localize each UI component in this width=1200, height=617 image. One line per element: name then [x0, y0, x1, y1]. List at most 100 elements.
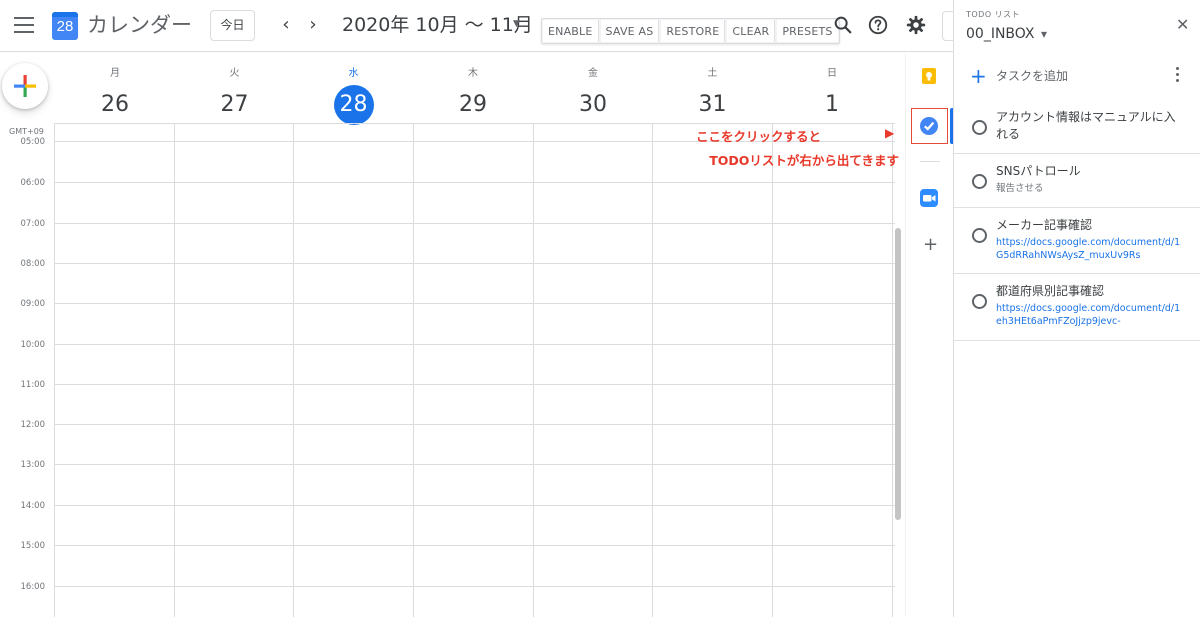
todo-list-name: 00_INBOX: [966, 26, 1035, 42]
day-name: 水: [348, 68, 359, 79]
day-number[interactable]: 28: [333, 85, 374, 125]
grid-divider: [892, 123, 893, 617]
task-complete-checkbox[interactable]: [972, 228, 987, 243]
day-name: 木: [468, 68, 478, 79]
grid-divider: [54, 182, 895, 183]
search-icon[interactable]: [832, 14, 854, 36]
addon-side-panel: +: [905, 53, 954, 617]
grid-divider: [174, 123, 175, 617]
task-title: SNSパトロール: [996, 164, 1081, 178]
close-icon[interactable]: ✕: [1176, 16, 1189, 34]
grid-divider: [54, 464, 895, 465]
grid-divider: [54, 586, 895, 587]
date-range-title[interactable]: 2020年 10月 〜 11月: [342, 12, 533, 38]
time-label: 09:00: [20, 299, 46, 309]
time-label: 11:00: [20, 380, 46, 390]
day-name: 月: [110, 68, 120, 79]
todo-panel-label: TODO リスト: [966, 10, 1021, 19]
day-name: 土: [707, 68, 718, 79]
day-number[interactable]: 30: [573, 85, 613, 125]
time-label: 14:00: [20, 501, 46, 511]
task-complete-checkbox[interactable]: [972, 294, 987, 309]
chevron-down-icon[interactable]: ▼: [513, 19, 520, 29]
time-label: 07:00: [20, 219, 46, 229]
create-event-button[interactable]: [2, 63, 48, 109]
more-vert-icon[interactable]: [1174, 67, 1180, 85]
day-header-sat[interactable]: 土 31: [653, 53, 772, 123]
zoom-icon[interactable]: [918, 187, 940, 209]
tasks-button[interactable]: [911, 108, 948, 144]
grid-divider: [54, 223, 895, 224]
hamburger-menu-icon[interactable]: [14, 17, 34, 35]
annotation-arrow-icon: ▶: [885, 126, 895, 140]
time-label: 12:00: [20, 420, 46, 430]
day-name: 金: [588, 68, 598, 79]
presets-button[interactable]: PRESETS: [777, 20, 838, 42]
day-header-fri[interactable]: 金 30: [533, 53, 653, 123]
time-label: 08:00: [20, 259, 46, 269]
grid-divider: [54, 123, 55, 617]
tasks-icon: [920, 117, 938, 135]
app-title: カレンダー: [87, 13, 192, 37]
time-label: 15:00: [20, 541, 46, 551]
grid-divider: [54, 344, 895, 345]
day-header-thu[interactable]: 木 29: [413, 53, 533, 123]
grid-divider: [54, 123, 895, 124]
save-as-button[interactable]: SAVE AS: [600, 20, 660, 42]
grid-divider: [54, 384, 895, 385]
grid-scrollbar[interactable]: [895, 228, 901, 520]
day-header-sun[interactable]: 日 1: [772, 53, 892, 123]
next-week-button[interactable]: ›: [304, 14, 322, 36]
todo-list-selector[interactable]: 00_INBOX ▾: [966, 25, 1047, 43]
grid-divider: [413, 123, 414, 617]
keep-icon[interactable]: [918, 65, 940, 87]
time-label: 06:00: [20, 178, 46, 188]
add-addon-icon[interactable]: +: [923, 235, 938, 255]
day-number[interactable]: 29: [453, 85, 493, 125]
time-label: 05:00: [20, 137, 46, 147]
divider: [920, 161, 940, 162]
timezone-label: GMT+09: [9, 127, 44, 136]
today-button[interactable]: 今日: [210, 10, 255, 41]
enable-button[interactable]: ENABLE: [543, 20, 599, 42]
day-number[interactable]: 31: [693, 85, 733, 125]
clear-button[interactable]: CLEAR: [727, 20, 776, 42]
annotation-line-2: TODOリストが右から出てきます: [709, 153, 899, 168]
task-item[interactable]: 都道府県別記事確認 https://docs.google.com/docume…: [954, 274, 1200, 341]
restore-button[interactable]: RESTORE: [661, 20, 726, 42]
calendar-logo-icon: 28: [52, 12, 78, 40]
plus-icon: [14, 75, 36, 97]
add-task-button[interactable]: + タスクを追加: [966, 63, 1166, 89]
task-title: メーカー記事確認: [996, 218, 1093, 232]
task-item[interactable]: SNSパトロール 報告させる: [954, 154, 1200, 208]
day-header-wed-today[interactable]: 水 28: [294, 53, 413, 125]
grid-divider: [54, 505, 895, 506]
task-link[interactable]: https://docs.google.com/document/d/1G5dR…: [996, 236, 1186, 262]
day-header-tue[interactable]: 火 27: [175, 53, 294, 123]
task-item[interactable]: メーカー記事確認 https://docs.google.com/documen…: [954, 208, 1200, 274]
grid-divider: [293, 123, 294, 617]
annotation-callout: ここをクリックすると TODOリストが右から出てきます: [696, 125, 899, 173]
prev-week-button[interactable]: ‹: [277, 14, 295, 36]
task-link[interactable]: https://docs.google.com/document/d/1eh3H…: [996, 302, 1186, 328]
day-header-mon[interactable]: 月 26: [55, 53, 175, 123]
extension-toolbar: ENABLE SAVE AS RESTORE CLEAR PRESETS: [541, 18, 840, 44]
day-number[interactable]: 27: [215, 85, 255, 125]
add-task-label: タスクを追加: [996, 69, 1069, 83]
gear-icon[interactable]: [905, 14, 927, 36]
day-number[interactable]: 1: [812, 85, 852, 125]
task-title: 都道府県別記事確認: [996, 284, 1105, 298]
time-grid[interactable]: GMT+09 05:00 06:00 07:00 08:00 09:00 10:…: [0, 123, 895, 617]
annotation-line-1: ここをクリックすると: [695, 129, 821, 144]
task-complete-checkbox[interactable]: [972, 174, 987, 189]
day-number[interactable]: 26: [95, 85, 135, 125]
grid-divider: [533, 123, 534, 617]
calendar-week-view: 月 26 火 27 水 28 木 29 金 30 土 31 日 1 GMT+09…: [0, 53, 905, 617]
grid-divider: [54, 263, 895, 264]
help-icon[interactable]: [867, 14, 889, 36]
task-complete-checkbox[interactable]: [972, 120, 987, 135]
grid-divider: [54, 424, 895, 425]
task-item[interactable]: アカウント情報はマニュアルに入れる: [954, 100, 1200, 154]
top-bar: 28 カレンダー 今日 ‹ › 2020年 10月 〜 11月 ▼ ENABLE…: [0, 0, 954, 52]
grid-divider: [772, 123, 773, 617]
